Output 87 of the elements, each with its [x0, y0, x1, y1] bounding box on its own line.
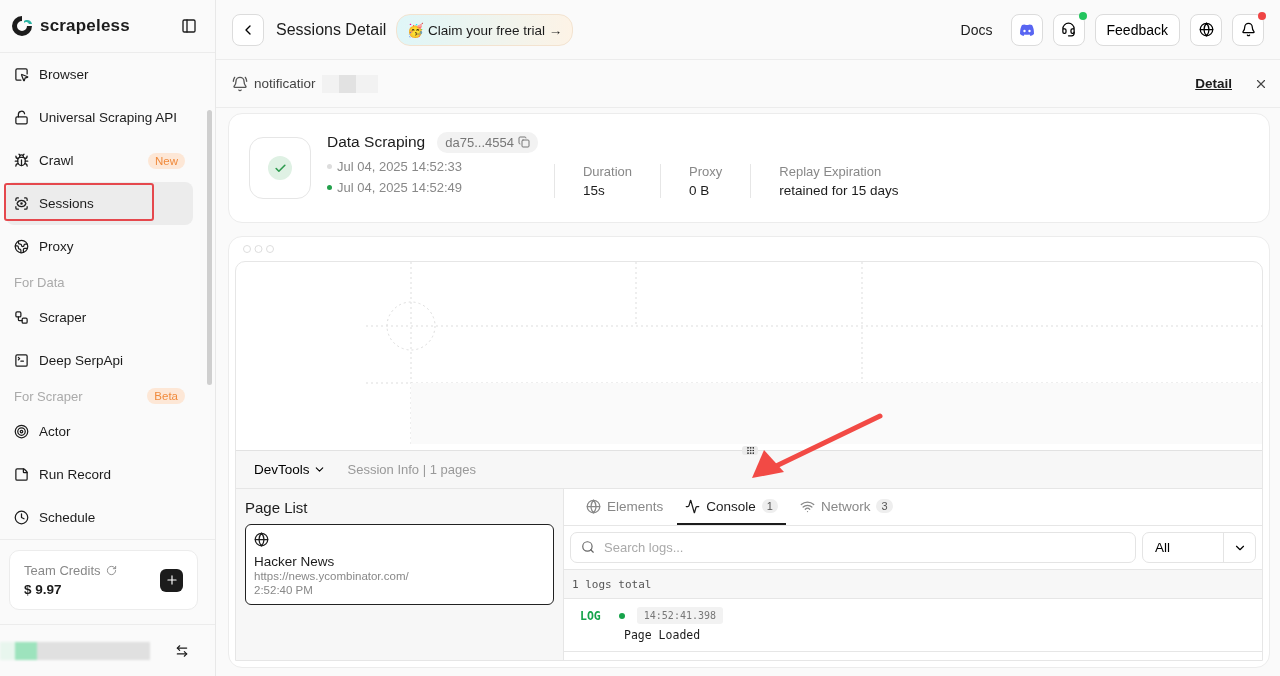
detail-link[interactable]: Detail [1195, 76, 1232, 91]
window-dots-icon [243, 245, 274, 253]
log-level: LOG [580, 608, 601, 623]
pointer-square-icon [14, 67, 29, 83]
stat-value: 0 B [689, 183, 711, 198]
globe-icon [1198, 22, 1214, 37]
devtools-tab[interactable]: Console 1 [677, 489, 786, 525]
session-info: Session Info | 1 pages [347, 462, 476, 477]
globe-icon [254, 532, 269, 547]
add-credits-button[interactable] [160, 568, 183, 592]
unlocked-lock-icon [14, 110, 29, 126]
target-icon [14, 424, 29, 440]
brand-name: scrapeless [40, 16, 130, 37]
sidebar-item[interactable]: Crawl New [6, 139, 193, 183]
bug-icon [14, 153, 29, 169]
page-card[interactable]: Hacker News https://news.ycombinator.com/ 2:52:40 PM [245, 524, 554, 605]
notifications-button[interactable] [1232, 13, 1264, 46]
devtools-tab[interactable]: Elements [578, 489, 672, 525]
end-time: Jul 04, 2025 14:52:49 [337, 179, 463, 195]
page-title: Sessions Detail [276, 20, 387, 39]
headset-icon [1061, 22, 1076, 37]
section-label: For Scraper [14, 388, 83, 404]
search-icon [581, 540, 595, 554]
session-name: Data Scraping [327, 133, 426, 151]
refresh-icon[interactable] [105, 565, 117, 577]
sidebar-item[interactable]: Schedule [6, 496, 193, 540]
sidebar-item[interactable]: Sessions [6, 182, 193, 226]
new-badge: New [148, 152, 185, 169]
resize-handle[interactable] [742, 446, 758, 455]
docs-link[interactable]: Docs [960, 21, 993, 38]
sidebar-item[interactable]: Actor [6, 410, 193, 454]
sidebar-item[interactable]: Browser [6, 53, 193, 97]
credits-label: Team Credits [24, 563, 101, 579]
switch-icon[interactable] [175, 643, 189, 658]
section-label: For Data [14, 274, 65, 290]
stat-label: Replay Expiration [779, 164, 883, 179]
back-button[interactable] [232, 13, 264, 46]
eye-scan-icon [14, 196, 29, 212]
stat-label: Proxy [689, 164, 723, 179]
check-icon [268, 156, 292, 180]
discord-icon [1018, 23, 1035, 36]
note-icon [14, 467, 29, 483]
start-time: Jul 04, 2025 14:52:33 [337, 158, 463, 174]
stat-value: retained for 15 days [779, 183, 899, 198]
sidebar-item[interactable]: Scraper [6, 296, 193, 340]
log-time: 14:52:41.398 [636, 607, 724, 624]
session-id-chip[interactable]: da75...4554 [437, 131, 538, 153]
beta-badge: Beta [147, 388, 185, 405]
discord-button[interactable] [1010, 13, 1043, 46]
feedback-button[interactable]: Feedback [1094, 13, 1180, 46]
logo-icon [10, 14, 34, 39]
sidebar-item[interactable]: Deep SerpApi [6, 339, 193, 383]
wifi-icon [799, 498, 815, 514]
page-url: https://news.ycombinator.com/ [254, 569, 410, 583]
scrollbar[interactable] [207, 110, 212, 385]
sidebar-item[interactable]: Run Record [6, 453, 193, 497]
credits-value: $ 9.97 [24, 582, 63, 598]
stat-value: 15s [582, 183, 606, 198]
log-message: Page Loaded [624, 628, 702, 642]
globe-icon [586, 498, 601, 514]
sidebar-item[interactable]: Proxy [6, 225, 193, 269]
globe-icon [14, 239, 29, 255]
stat-label: Duration [582, 164, 633, 179]
language-button[interactable] [1190, 13, 1222, 46]
sidebar-toggle-icon[interactable] [181, 18, 197, 35]
level-filter-select[interactable]: All [1142, 532, 1256, 563]
grip-icon [745, 446, 755, 455]
support-button[interactable] [1052, 13, 1085, 46]
search-field[interactable]: Search logs... [570, 532, 1136, 563]
page-time: 2:52:40 PM [254, 583, 314, 597]
devtools-menu[interactable]: DevTools [254, 462, 326, 477]
notification-text: notificatior [254, 76, 316, 91]
page-list-title: Page List [245, 499, 309, 516]
devtools-tab[interactable]: Network 3 [791, 489, 901, 525]
terminal-icon [14, 353, 29, 369]
promo-link[interactable]: 🥳 Claim your free trial → [396, 13, 574, 46]
redacted-text [321, 74, 378, 93]
workflow-icon [14, 310, 29, 326]
bell-icon [1240, 22, 1256, 37]
clock-icon [14, 510, 29, 526]
logs-total: 1 logs total [564, 570, 1262, 599]
page-title-text: Hacker News [254, 554, 336, 569]
bell-icon [232, 75, 248, 92]
activity-icon [685, 498, 701, 514]
copy-icon[interactable] [517, 136, 530, 148]
sidebar-item[interactable]: Universal Scraping API [6, 96, 193, 140]
plus-icon [164, 573, 179, 588]
